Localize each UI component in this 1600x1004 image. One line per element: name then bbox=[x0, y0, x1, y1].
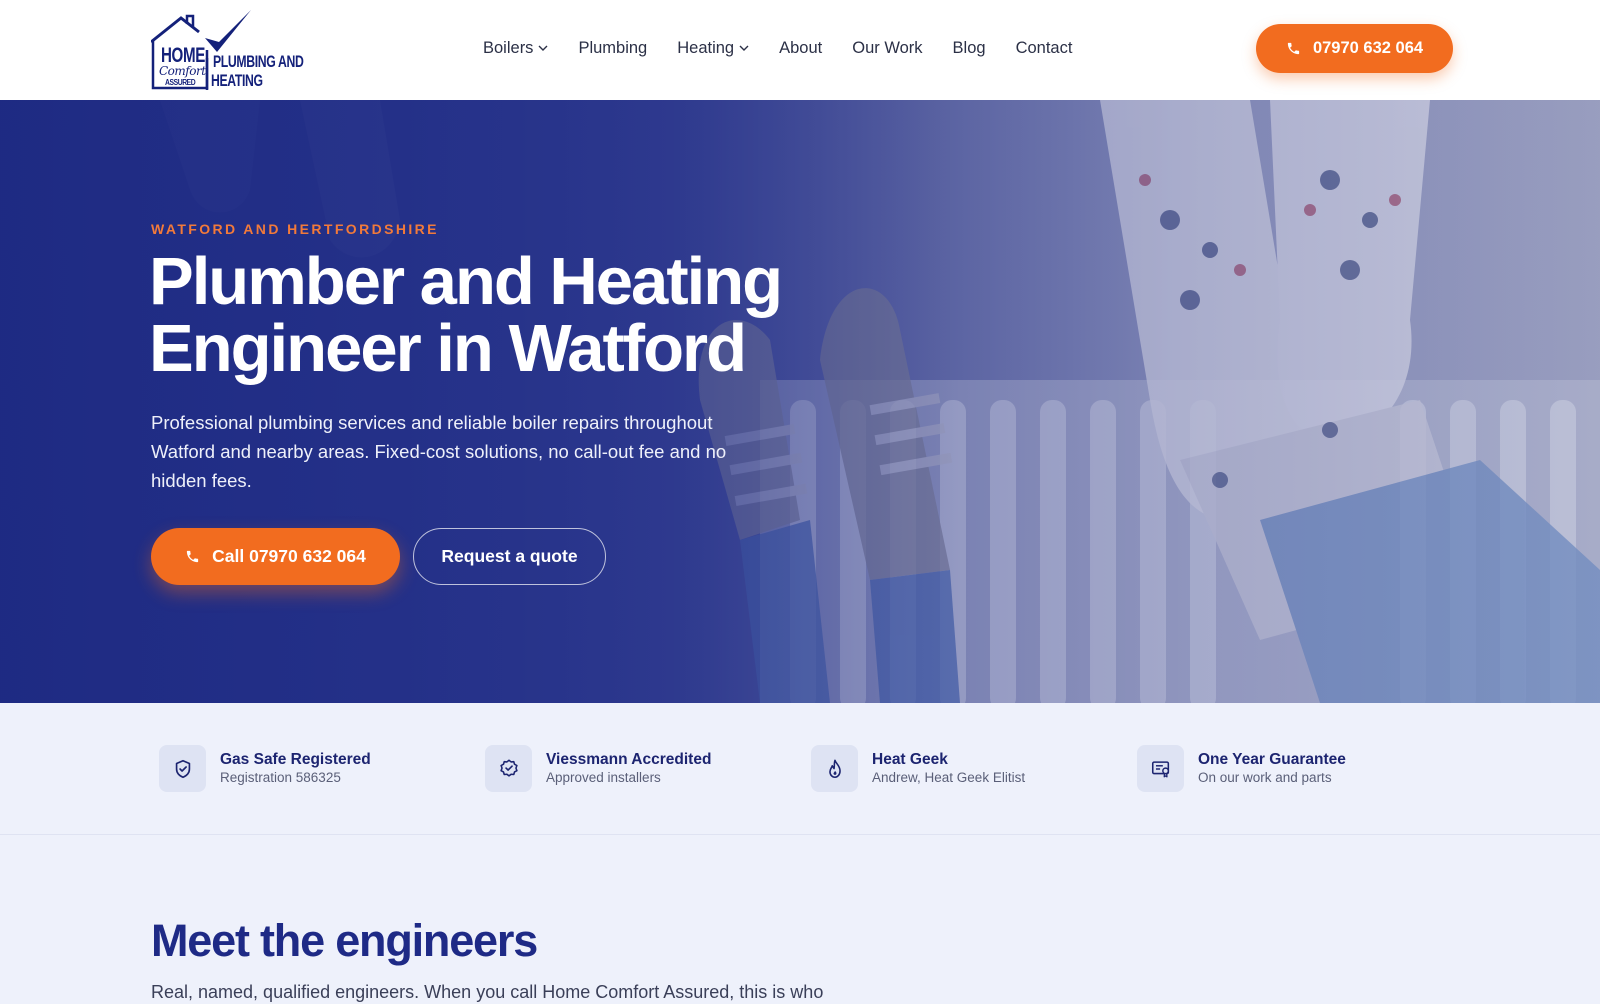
request-quote-button[interactable]: Request a quote bbox=[413, 528, 606, 585]
shield-check-icon bbox=[159, 745, 206, 792]
nav-label: About bbox=[779, 38, 823, 57]
trust-bar: Gas Safe Registered Registration 586325 … bbox=[0, 703, 1600, 835]
hero-overlay bbox=[0, 100, 1600, 703]
engineers-title: Meet the engineers bbox=[151, 915, 538, 966]
nav-item-about[interactable]: About bbox=[779, 39, 822, 58]
hero-eyebrow: WATFORD AND HERTFORDSHIRE bbox=[151, 221, 439, 237]
nav-label: Boilers bbox=[483, 38, 534, 57]
nav-item-contact[interactable]: Contact bbox=[1016, 39, 1073, 58]
trust-item-guarantee: One Year Guarantee On our work and parts bbox=[1137, 745, 1346, 792]
nav-label: Plumbing bbox=[578, 38, 648, 57]
call-button[interactable]: Call 07970 632 064 bbox=[151, 528, 400, 585]
nav-label: Our Work bbox=[852, 38, 923, 57]
header-phone-label: 07970 632 064 bbox=[1312, 39, 1424, 57]
logo-assured-text: ASSURED bbox=[165, 78, 196, 87]
site-header: HOME Comfort ASSURED PLUMBING AND HEATIN… bbox=[0, 0, 1600, 100]
main-nav: Boilers Plumbing Heating About Our Work … bbox=[483, 36, 1102, 60]
logo-comfort-text: Comfort bbox=[159, 64, 206, 78]
logo-plumbing-text: PLUMBING AND bbox=[213, 52, 304, 71]
trust-subtitle: On our work and parts bbox=[1198, 770, 1332, 785]
badge-check-icon bbox=[485, 745, 532, 792]
nav-item-heating[interactable]: Heating bbox=[677, 39, 749, 58]
hero-subtitle: Professional plumbing services and relia… bbox=[151, 412, 727, 491]
hero-title: Plumber and Heating Engineer in Watford bbox=[149, 248, 849, 382]
trust-item-viessmann: Viessmann Accredited Approved installers bbox=[485, 745, 711, 792]
trust-item-heat-geek: Heat Geek Andrew, Heat Geek Elitist bbox=[811, 745, 1025, 792]
chevron-down-icon bbox=[739, 45, 749, 51]
header-phone-button[interactable]: 07970 632 064 bbox=[1256, 24, 1453, 73]
nav-label: Blog bbox=[952, 38, 986, 57]
trust-subtitle: Registration 586325 bbox=[220, 770, 341, 785]
trust-title: Heat Geek bbox=[872, 751, 948, 768]
logo-heating-text: HEATING bbox=[211, 71, 263, 90]
trust-title: One Year Guarantee bbox=[1198, 751, 1346, 768]
hero-title-line2: Engineer in Watford bbox=[149, 311, 747, 386]
trust-subtitle: Andrew, Heat Geek Elitist bbox=[872, 770, 1026, 785]
nav-item-boilers[interactable]: Boilers bbox=[483, 39, 548, 58]
phone-icon bbox=[187, 550, 199, 563]
logo[interactable]: HOME Comfort ASSURED PLUMBING AND HEATIN… bbox=[151, 8, 316, 92]
flame-icon bbox=[811, 745, 858, 792]
nav-label: Heating bbox=[677, 38, 735, 57]
nav-item-our-work[interactable]: Our Work bbox=[852, 39, 922, 58]
chevron-down-icon bbox=[538, 45, 548, 51]
call-button-label: Call 07970 632 064 bbox=[212, 546, 366, 566]
trust-title: Gas Safe Registered bbox=[220, 751, 371, 768]
trust-subtitle: Approved installers bbox=[546, 770, 661, 785]
request-quote-label: Request a quote bbox=[441, 546, 578, 566]
hero-title-line1: Plumber and Heating bbox=[149, 244, 783, 319]
nav-label: Contact bbox=[1015, 38, 1073, 57]
certificate-icon bbox=[1137, 745, 1184, 792]
phone-icon bbox=[1287, 42, 1300, 55]
trust-title: Viessmann Accredited bbox=[546, 751, 712, 768]
nav-item-blog[interactable]: Blog bbox=[953, 39, 986, 58]
engineers-intro: Real, named, qualified engineers. When y… bbox=[151, 982, 824, 1002]
nav-item-plumbing[interactable]: Plumbing bbox=[578, 39, 647, 58]
hero-section: WATFORD AND HERTFORDSHIRE Plumber and He… bbox=[0, 100, 1600, 703]
trust-item-gas-safe: Gas Safe Registered Registration 586325 bbox=[159, 745, 371, 792]
